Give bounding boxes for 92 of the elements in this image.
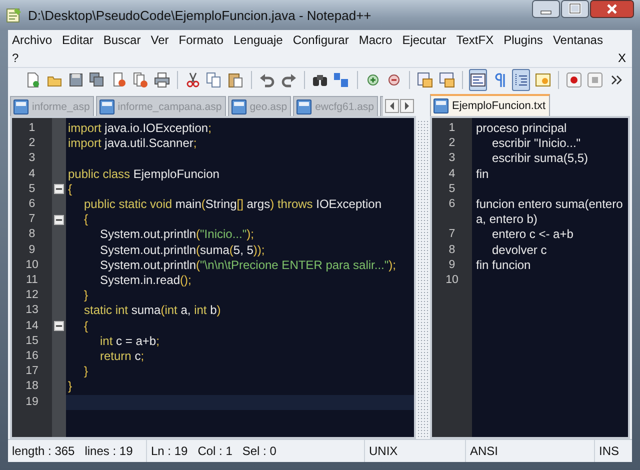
document-tab[interactable]: EjemploFuncion.txt	[430, 94, 550, 116]
menu-item[interactable]: Macro	[358, 31, 392, 49]
menu-item[interactable]: Ejecutar	[402, 31, 446, 49]
menu-item[interactable]: ?	[12, 49, 19, 67]
app-icon	[6, 7, 22, 23]
indent-guide-icon[interactable]	[512, 69, 530, 91]
document-icon	[98, 98, 115, 114]
line-number: 12	[24, 288, 40, 304]
code-line: {	[83, 318, 90, 334]
menu-item[interactable]: Editar	[62, 31, 94, 49]
menu-item[interactable]: Buscar	[103, 31, 141, 49]
line-number: 17	[24, 364, 40, 380]
line-number: 3	[448, 151, 456, 166]
line-number: 18	[24, 379, 40, 394]
line-number: 19	[24, 394, 40, 410]
code-line: System.in.read();	[99, 273, 192, 288]
close-icon[interactable]	[590, 0, 634, 18]
word-wrap-icon[interactable]	[469, 69, 488, 91]
line-number: 10	[24, 258, 40, 273]
code-line: proceso principal	[475, 121, 568, 136]
line-number: 5	[448, 182, 456, 197]
status-text: INS	[598, 443, 620, 460]
code-line: System.out.println("\n\n\tPrecione ENTER para salir...");	[99, 258, 397, 274]
fold-minus-icon[interactable]	[54, 214, 64, 225]
menu-item[interactable]: Plugins	[504, 31, 543, 49]
code-line: escribir "Inicio..."	[491, 136, 582, 152]
line-number: 6	[448, 197, 456, 212]
line-number: 5	[28, 182, 36, 197]
line-number: 4	[448, 166, 456, 182]
fold-minus-icon[interactable]	[54, 321, 64, 332]
fold-minus-icon[interactable]	[54, 184, 64, 194]
code-line: }	[67, 379, 74, 395]
code-line: entero c <- a+b	[491, 227, 574, 243]
code-line: public static void main(String[] args) throws IOException	[83, 197, 382, 212]
menu-item[interactable]: Formato	[178, 31, 224, 49]
menu-item[interactable]: Archivo	[12, 31, 52, 49]
menu-item[interactable]: Lenguaje	[233, 31, 283, 49]
splitter-handle[interactable]	[417, 120, 429, 437]
line-number: 9	[28, 242, 36, 258]
line-number: 6	[28, 197, 36, 212]
line-number: 2	[28, 136, 36, 152]
code-line: fin	[475, 166, 490, 182]
document-icon	[13, 98, 29, 114]
code-line: System.out.println(suma(5, 5));	[99, 242, 266, 258]
line-number: 14	[24, 318, 40, 334]
status-text: ANSI	[466, 440, 595, 462]
status-text: length : 365 lines : 19	[8, 440, 147, 462]
line-number: 1	[28, 121, 36, 136]
menu-item[interactable]: Configurar	[292, 31, 349, 49]
code-line: import java.io.IOException;	[67, 121, 212, 136]
minimize-icon[interactable]	[532, 0, 560, 18]
line-number: 13	[24, 303, 40, 318]
line-number: 7	[448, 227, 456, 242]
code-line: static int suma(int a, int b)	[83, 303, 222, 319]
line-number: 1	[448, 121, 456, 136]
line-number: 16	[24, 349, 40, 364]
status-text: UNIX	[365, 440, 466, 462]
maximize-icon[interactable]	[561, 0, 589, 18]
line-number: 15	[24, 334, 40, 349]
code-line: escribir suma(5,5)	[491, 151, 590, 167]
code-line: }	[83, 288, 90, 304]
menu-item[interactable]: Ventanas	[552, 31, 603, 49]
document-icon	[230, 98, 247, 114]
code-line: int c = a+b;	[99, 334, 160, 350]
code-line: fin funcion	[475, 258, 532, 274]
line-number: 4	[28, 166, 36, 182]
menu-item[interactable]: TextFX	[456, 31, 494, 49]
code-line: {	[83, 212, 90, 228]
line-number: 7	[28, 212, 36, 228]
line-number: 8	[448, 242, 456, 258]
line-number: 2	[448, 136, 456, 152]
code-line: funcion entero suma(entero a, entero b)	[475, 197, 624, 228]
close-document-button[interactable]: X	[616, 49, 628, 67]
code-editor[interactable]	[10, 116, 416, 439]
code-line: return c;	[99, 349, 146, 364]
code-line: System.out.println("Inicio...");	[99, 227, 255, 243]
document-icon	[433, 98, 449, 114]
line-number: 8	[28, 227, 36, 242]
code-line: }	[83, 364, 90, 380]
line-number: 11	[25, 273, 39, 288]
status-text: Ln : 19 Col : 1 Sel : 0	[147, 440, 365, 462]
code-line: {	[67, 182, 74, 198]
menu-item[interactable]: Ver	[150, 31, 169, 49]
code-line: public class EjemploFuncion	[67, 166, 220, 182]
code-editor[interactable]: 1 proceso principal 2 escribir "Inicio..." 3 escribir suma(5,5) 4 fin 5 6 funcion entero suma(entero a, entero b) 7 entero c <- a+b 8 devolver c 9 fin funcion 10	[430, 116, 630, 439]
line-number: 10	[444, 273, 460, 288]
window-title: D:\Desktop\PseudoCode\EjemploFuncion.java - Notepad++	[28, 8, 372, 22]
document-icon	[296, 98, 312, 114]
line-number: 9	[448, 258, 456, 273]
code-line: devolver c	[491, 242, 548, 258]
line-number: 3	[28, 151, 36, 166]
code-line: import java.util.Scanner;	[67, 136, 198, 152]
